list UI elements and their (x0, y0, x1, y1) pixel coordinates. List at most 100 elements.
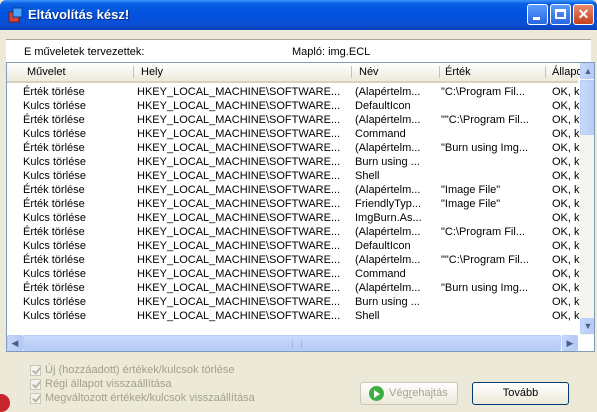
table-row[interactable]: Érték törlése HKEY_LOCAL_MACHINE\SOFTWARE… (7, 85, 582, 99)
operation-cell: Érték törlése (23, 114, 85, 126)
log-file-label: Mapló: img.ECL (292, 46, 371, 58)
horizontal-scroll-thumb[interactable] (23, 335, 561, 351)
checkbox-restore-old[interactable] (30, 379, 41, 390)
operation-cell: Érték törlése (23, 86, 85, 98)
table-row[interactable]: Kulcs törlése HKEY_LOCAL_MACHINE\SOFTWARE… (7, 155, 582, 169)
location-cell: HKEY_LOCAL_MACHINE\SOFTWARE... (137, 100, 341, 112)
value-cell: "C:\Program Fil... (441, 86, 525, 98)
operation-cell: Érték törlése (23, 142, 85, 154)
table-row[interactable]: Érték törlése HKEY_LOCAL_MACHINE\SOFTWARE… (7, 141, 582, 155)
status-cell: OK, k... (552, 226, 582, 238)
column-divider[interactable] (351, 66, 352, 78)
name-cell: (Alapértelm... (355, 86, 421, 98)
option-restore-changed[interactable]: Megváltozott értékek/kulcsok visszaállít… (30, 392, 255, 406)
scroll-right-button[interactable]: ▶ (562, 335, 578, 351)
status-cell: OK, k... (552, 86, 582, 98)
close-icon: ✕ (577, 6, 590, 22)
operation-cell: Érték törlése (23, 198, 85, 210)
table-row[interactable]: Érték törlése HKEY_LOCAL_MACHINE\SOFTWARE… (7, 113, 582, 127)
operations-list[interactable]: Művelet Hely Név Érték Állapot Érték tör… (6, 62, 595, 352)
execute-button[interactable]: Végrehajtás (360, 382, 458, 405)
value-cell: ""C:\Program Fil... (441, 254, 529, 266)
chevron-down-icon: ▼ (583, 321, 593, 331)
name-cell: Burn using ... (355, 296, 420, 308)
next-button[interactable]: Tovább (472, 382, 569, 405)
column-header-nev[interactable]: Név (355, 65, 439, 81)
option-restore-old[interactable]: Régi állapot visszaállítása (30, 378, 255, 392)
table-row[interactable]: Érték törlése HKEY_LOCAL_MACHINE\SOFTWARE… (7, 183, 582, 197)
operation-cell: Érték törlése (23, 226, 85, 238)
maximize-icon (555, 9, 566, 19)
vertical-scrollbar[interactable]: ▲ ▼ (580, 63, 594, 335)
table-row[interactable]: Érték törlése HKEY_LOCAL_MACHINE\SOFTWARE… (7, 225, 582, 239)
table-row[interactable]: Kulcs törlése HKEY_LOCAL_MACHINE\SOFTWARE… (7, 267, 582, 281)
status-cell: OK, k... (552, 156, 582, 168)
status-cell: OK, k... (552, 198, 582, 210)
close-button[interactable]: ✕ (573, 4, 594, 25)
table-row[interactable]: Érték törlése HKEY_LOCAL_MACHINE\SOFTWARE… (7, 197, 582, 211)
table-row[interactable]: Kulcs törlése HKEY_LOCAL_MACHINE\SOFTWARE… (7, 211, 582, 225)
vertical-scroll-thumb[interactable] (580, 80, 594, 135)
table-row[interactable]: Kulcs törlése HKEY_LOCAL_MACHINE\SOFTWARE… (7, 309, 582, 323)
table-row[interactable]: Érték törlése HKEY_LOCAL_MACHINE\SOFTWARE… (7, 253, 582, 267)
value-cell: "C:\Program Fil... (441, 226, 525, 238)
location-cell: HKEY_LOCAL_MACHINE\SOFTWARE... (137, 184, 341, 196)
horizontal-scrollbar[interactable]: ◀ ▶ (7, 335, 578, 351)
table-row[interactable]: Érték törlése HKEY_LOCAL_MACHINE\SOFTWARE… (7, 281, 582, 295)
operation-cell: Kulcs törlése (23, 240, 86, 252)
column-header-muvelet[interactable]: Művelet (23, 65, 133, 81)
window-title: Eltávolítás kész! (28, 7, 130, 22)
column-divider[interactable] (133, 66, 134, 78)
title-bar[interactable]: Eltávolítás kész! ✕ (0, 0, 597, 30)
checkbox-restore-changed[interactable] (30, 393, 41, 404)
name-cell: Command (355, 128, 406, 140)
operation-cell: Érték törlése (23, 254, 85, 266)
chevron-right-icon: ▶ (566, 338, 574, 348)
location-cell: HKEY_LOCAL_MACHINE\SOFTWARE... (137, 310, 341, 322)
location-cell: HKEY_LOCAL_MACHINE\SOFTWARE... (137, 198, 341, 210)
column-header-hely[interactable]: Hely (137, 65, 351, 81)
table-row[interactable]: Kulcs törlése HKEY_LOCAL_MACHINE\SOFTWARE… (7, 169, 582, 183)
location-cell: HKEY_LOCAL_MACHINE\SOFTWARE... (137, 254, 341, 266)
location-cell: HKEY_LOCAL_MACHINE\SOFTWARE... (137, 128, 341, 140)
name-cell: (Alapértelm... (355, 142, 421, 154)
table-row[interactable]: Kulcs törlése HKEY_LOCAL_MACHINE\SOFTWARE… (7, 295, 582, 309)
location-cell: HKEY_LOCAL_MACHINE\SOFTWARE... (137, 226, 341, 238)
status-cell: OK, k... (552, 282, 582, 294)
column-header-ertek[interactable]: Érték (441, 65, 545, 81)
name-cell: ImgBurn.As... (355, 212, 422, 224)
status-cell: OK, k... (552, 254, 582, 266)
column-header-allapot[interactable]: Állapot (548, 65, 582, 81)
status-cell: OK, k... (552, 114, 582, 126)
scroll-down-button[interactable]: ▼ (580, 318, 594, 334)
table-row[interactable]: Kulcs törlése HKEY_LOCAL_MACHINE\SOFTWARE… (7, 99, 582, 113)
option-label: Új (hozzáadott) értékek/kulcsok törlése (45, 364, 235, 376)
status-cell: OK, k... (552, 128, 582, 140)
value-cell: ""C:\Program Fil... (441, 114, 529, 126)
name-cell: DefaultIcon (355, 240, 411, 252)
operation-cell: Kulcs törlése (23, 296, 86, 308)
table-row[interactable]: Kulcs törlése HKEY_LOCAL_MACHINE\SOFTWARE… (7, 127, 582, 141)
scroll-up-button[interactable]: ▲ (580, 63, 594, 79)
status-cell: OK, k... (552, 268, 582, 280)
operation-cell: Kulcs törlése (23, 100, 86, 112)
column-divider[interactable] (439, 66, 440, 78)
option-delete-new[interactable]: Új (hozzáadott) értékek/kulcsok törlése (30, 364, 255, 378)
checkbox-delete-new[interactable] (30, 365, 41, 376)
status-cell: OK, k... (552, 240, 582, 252)
chevron-left-icon: ◀ (11, 338, 19, 348)
uninstall-window: Eltávolítás kész! ✕ E műveletek tervezet… (0, 0, 597, 412)
maximize-button[interactable] (550, 4, 571, 25)
operation-cell: Kulcs törlése (23, 310, 86, 322)
operation-cell: Kulcs törlése (23, 268, 86, 280)
operation-cell: Kulcs törlése (23, 128, 86, 140)
value-cell: "Image File" (441, 184, 501, 196)
location-cell: HKEY_LOCAL_MACHINE\SOFTWARE... (137, 296, 341, 308)
table-row[interactable]: Kulcs törlése HKEY_LOCAL_MACHINE\SOFTWARE… (7, 239, 582, 253)
location-cell: HKEY_LOCAL_MACHINE\SOFTWARE... (137, 142, 341, 154)
scroll-left-button[interactable]: ◀ (7, 335, 23, 351)
column-divider[interactable] (545, 66, 546, 78)
name-cell: Shell (355, 170, 380, 182)
name-cell: (Alapértelm... (355, 114, 421, 126)
minimize-button[interactable] (527, 4, 548, 25)
